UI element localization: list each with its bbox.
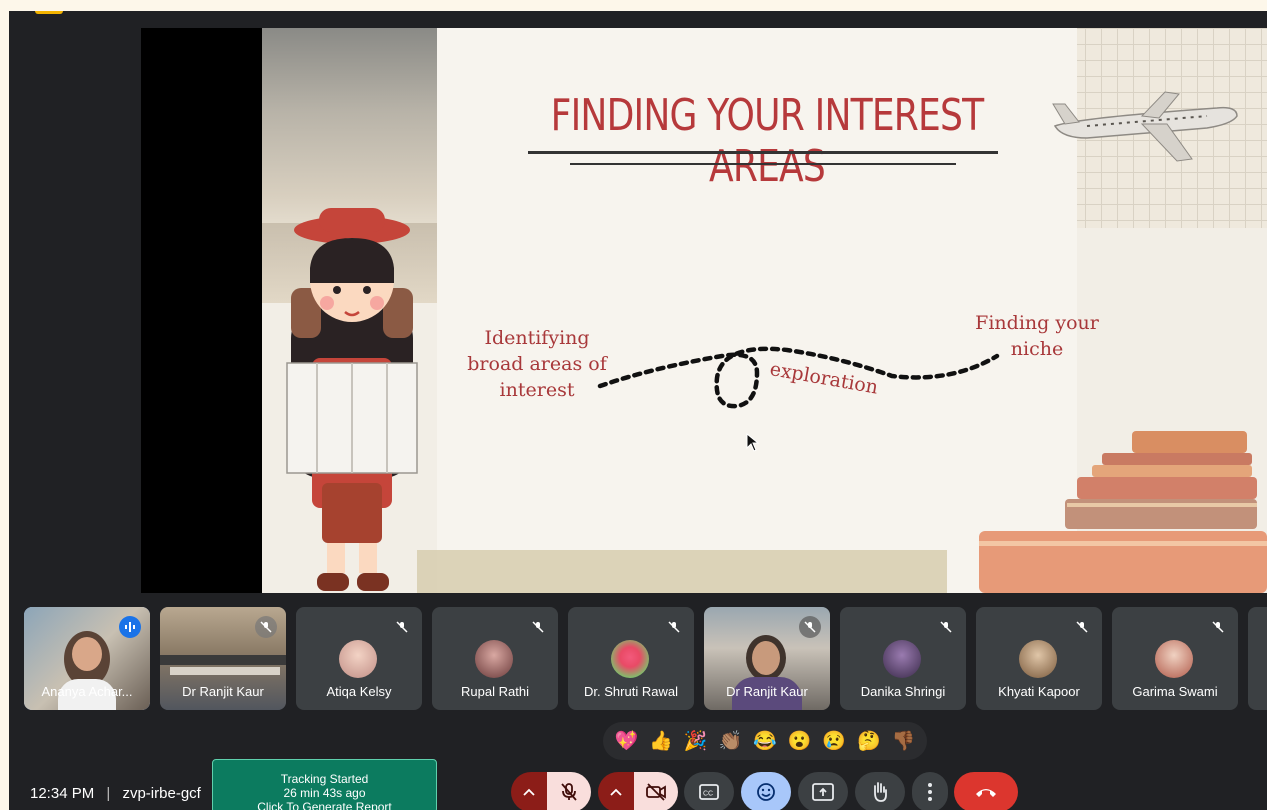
participant-name: Danika Shringi [860,684,946,699]
leave-call-button[interactable] [954,772,1018,810]
chevron-up-icon [523,788,535,796]
participant-tile[interactable]: Danika Shringi [840,607,966,710]
participant-name: Atiqa Kelsy [326,684,392,699]
present-icon [812,783,834,801]
raise-hand-icon [874,782,887,802]
participant-name: Dr Ranjit Kaur [182,684,264,699]
mic-off-icon [527,616,549,638]
slide-title: FINDING YOUR INTEREST AREAS [550,90,985,192]
participant-tile[interactable]: Rupal Rathi [432,607,558,710]
raise-hand-button[interactable] [855,772,905,810]
tracker-status: Tracking Started [280,772,369,786]
meet-window: FINDING YOUR INTEREST AREAS Identifying … [9,11,1267,810]
books-stack-illustration [979,431,1267,593]
reaction-thumbs-down[interactable]: 👎🏾 [892,729,916,753]
top-indicator [35,11,63,14]
avatar [1155,640,1193,678]
reaction-thumbs-up[interactable]: 👍 [649,729,673,753]
participant-tile-partial[interactable] [1248,607,1267,710]
traveler-illustration [286,208,418,591]
speaking-indicator-icon [119,616,141,638]
meeting-info: 12:34 PM | zvp-irbe-gcf [30,785,201,802]
svg-text:CC: CC [703,791,713,798]
mic-off-icon [255,616,277,638]
reaction-thinking[interactable]: 🤔 [857,729,881,753]
chevron-up-icon [610,788,622,796]
participant-tile[interactable]: Khyati Kapoor [976,607,1102,710]
airplane-icon [1052,91,1238,162]
mic-toggle-button[interactable] [547,772,591,810]
participant-name: Dr Ranjit Kaur [726,684,808,699]
reaction-sparkling-heart[interactable]: 💖 [614,729,638,753]
meeting-separator: | [106,785,111,802]
avatar [339,640,377,678]
meeting-time: 12:34 PM [30,785,95,802]
reaction-clapping[interactable]: 👏🏽 [718,729,742,753]
participant-tile[interactable]: Atiqa Kelsy [296,607,422,710]
meeting-code: zvp-irbe-gcf [122,785,201,802]
reaction-party-popper[interactable]: 🎉 [684,729,708,753]
participant-name: Ananya Achar... [41,684,133,699]
mic-off-icon [935,616,957,638]
end-call-icon [976,789,996,797]
more-vert-icon [928,783,932,801]
emoji-icon [757,783,775,801]
slide: FINDING YOUR INTEREST AREAS Identifying … [262,28,1267,593]
tracking-report-button[interactable]: Tracking Started 26 min 43s ago Click To… [212,759,437,810]
participant-name: Dr. Shruti Rawal [584,684,678,699]
label-identifying: Identifying broad areas of interest [467,327,607,401]
participant-tile[interactable]: Dr Ranjit Kaur [704,607,830,710]
slide-tape [417,550,947,593]
avatar [1019,640,1057,678]
reaction-crying[interactable]: 😢 [822,729,846,753]
participant-name: Garima Swami [1132,684,1218,699]
participant-tile[interactable]: Dr. Shruti Rawal [568,607,694,710]
mic-off-icon [799,616,821,638]
mic-off-icon [561,783,577,801]
mic-off-icon [663,616,685,638]
participant-name: Rupal Rathi [461,684,529,699]
title-underline-2 [570,163,956,165]
tracker-action: Click To Generate Report [257,800,392,810]
mic-off-icon [391,616,413,638]
captions-button[interactable]: CC [684,772,734,810]
participant-tile[interactable]: Dr Ranjit Kaur [160,607,286,710]
reaction-laughing[interactable]: 😂 [753,729,777,753]
avatar [611,640,649,678]
mic-off-icon [1207,616,1229,638]
camera-toggle-button[interactable] [634,772,678,810]
reaction-surprised[interactable]: 😮 [788,729,812,753]
participant-name: Khyati Kapoor [998,684,1080,699]
mic-options-button[interactable] [511,772,547,810]
participant-tile[interactable]: Garima Swami [1112,607,1238,710]
mic-off-icon [1071,616,1093,638]
captions-icon: CC [699,784,719,800]
camera-off-icon [646,783,666,801]
avatar [883,640,921,678]
participant-strip: Ananya Achar... Dr Ranjit Kaur Atiqa Kel… [9,596,1267,726]
emoji-reactions-button[interactable] [741,772,791,810]
label-finding-niche: Finding your niche [975,312,1099,360]
present-button[interactable] [798,772,848,810]
reactions-bar: 💖 👍 🎉 👏🏽 😂 😮 😢 🤔 👎🏾 [603,722,927,760]
camera-options-button[interactable] [598,772,634,810]
more-options-button[interactable] [912,772,948,810]
title-underline [528,151,998,154]
avatar [475,640,513,678]
mouse-cursor-icon [746,433,760,452]
participant-tile[interactable]: Ananya Achar... [24,607,150,710]
tracker-elapsed: 26 min 43s ago [283,786,366,800]
